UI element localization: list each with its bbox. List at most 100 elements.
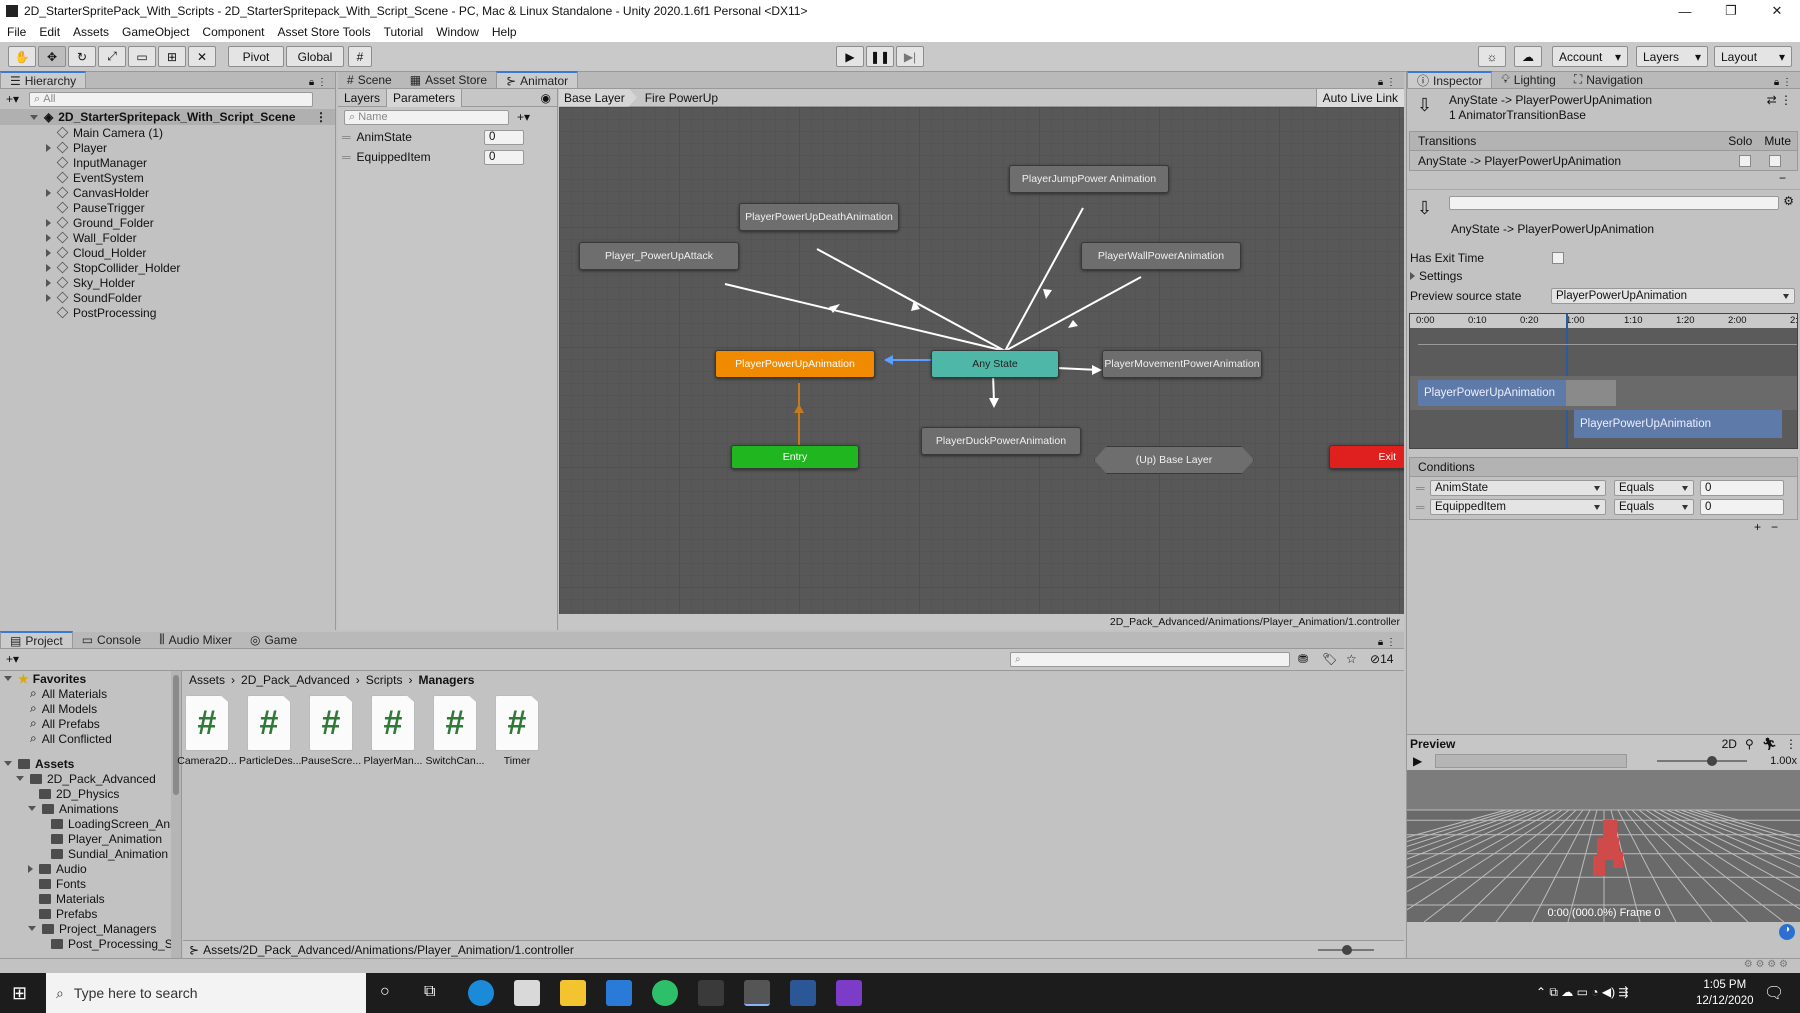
settings-expand-icon[interactable] xyxy=(1410,272,1415,280)
favorite-item[interactable]: ⌕ All Prefabs xyxy=(0,716,181,731)
folder-item[interactable]: 2D_Physics xyxy=(0,786,181,801)
menu-component[interactable]: Component xyxy=(195,25,270,39)
custom-tool-icon[interactable]: ✕ xyxy=(188,46,216,67)
hierarchy-item[interactable]: Sky_Holder xyxy=(0,275,335,290)
add-param-icon[interactable]: +▾ xyxy=(517,110,530,124)
preview-badge-icon[interactable]: ◑ xyxy=(1779,924,1795,940)
project-search-input[interactable]: ⌕ xyxy=(1010,652,1290,667)
global-toggle[interactable]: Global xyxy=(286,46,344,67)
inspector-lock-icon[interactable]: 🔒︎ ⋮ xyxy=(1774,77,1800,88)
favorite-item[interactable]: ⌕ All Materials xyxy=(0,686,181,701)
tab-navigation[interactable]: ⛶ Navigation xyxy=(1565,71,1652,88)
visual-studio-icon[interactable] xyxy=(836,980,862,1006)
tab-asset-store[interactable]: ▦ Asset Store xyxy=(401,71,496,88)
transform-tool-icon[interactable]: ⊞ xyxy=(158,46,186,67)
state-up-base-layer[interactable]: (Up) Base Layer xyxy=(1094,446,1254,474)
menu-help[interactable]: Help xyxy=(485,25,523,39)
tray-icons[interactable]: ⌃ ⧉ ☁ ▭ ◔ ◀︎) ⇶ xyxy=(1536,985,1629,1000)
cloud-icon[interactable]: ☁ xyxy=(1514,46,1542,67)
favorites-expand-icon[interactable] xyxy=(4,676,12,681)
condition-add-remove[interactable]: + − xyxy=(1409,520,1798,538)
settings-gear-icon[interactable]: ⚙ xyxy=(1783,194,1794,208)
assets-expand-icon[interactable] xyxy=(4,761,12,766)
menu-assets[interactable]: Assets xyxy=(66,25,115,39)
folder-item[interactable]: Sundial_Animation xyxy=(0,846,181,861)
tab-console[interactable]: ▭ Console xyxy=(73,631,150,648)
snap-icon[interactable]: # xyxy=(348,46,372,67)
expand-icon[interactable] xyxy=(30,114,38,120)
file-explorer-icon[interactable] xyxy=(560,980,586,1006)
menu-window[interactable]: Window xyxy=(429,25,485,39)
settings-foldout[interactable]: Settings xyxy=(1407,267,1800,285)
param-value-input[interactable]: 0 xyxy=(484,149,524,165)
folder-item[interactable]: Project_Managers xyxy=(0,921,181,936)
step-button[interactable]: ▶| xyxy=(896,46,924,67)
lock-icon[interactable]: 🔒︎ ⋮ xyxy=(309,77,335,88)
script-asset[interactable]: # Timer xyxy=(487,695,547,767)
param-row[interactable]: ═ AnimState 0 xyxy=(338,127,557,147)
unity-hub-icon[interactable] xyxy=(698,980,724,1006)
folder-item[interactable]: Animations xyxy=(0,801,181,816)
tab-scene[interactable]: # Scene xyxy=(338,71,401,88)
script-asset[interactable]: # SwitchCan... xyxy=(425,695,485,767)
tab-lighting[interactable]: 💡︎ Lighting xyxy=(1492,71,1564,88)
menu-asset-store-tools[interactable]: Asset Store Tools xyxy=(270,25,376,39)
tab-animator[interactable]: ⊱ Animator xyxy=(496,71,579,88)
state-entry[interactable]: Entry xyxy=(731,445,859,469)
expand-icon[interactable] xyxy=(46,248,51,257)
folder-expand-icon[interactable] xyxy=(28,806,36,811)
preview-play-button[interactable]: ▶ xyxy=(1413,754,1422,768)
hierarchy-item[interactable]: Player xyxy=(0,140,335,155)
preview-2d-button[interactable]: 2D xyxy=(1718,737,1741,751)
condition-drag-icon[interactable]: ═ xyxy=(1416,500,1425,514)
preview-menu-icon[interactable]: ⋮ xyxy=(1781,737,1800,751)
transition-to-attack[interactable] xyxy=(724,283,1006,352)
menu-gameobject[interactable]: GameObject xyxy=(115,25,195,39)
speed-slider-thumb[interactable] xyxy=(1707,756,1717,766)
param-row[interactable]: ═ EquippedItem 0 xyxy=(338,147,557,167)
breadcrumb-item[interactable]: Scripts xyxy=(366,673,403,687)
play-button[interactable]: ▶ xyxy=(836,46,864,67)
auto-live-link-button[interactable]: Auto Live Link xyxy=(1315,88,1404,107)
minimize-icon[interactable]: — xyxy=(1662,4,1708,19)
breadcrumb-fire-powerup[interactable]: Fire PowerUp xyxy=(637,89,730,107)
menu-tutorial[interactable]: Tutorial xyxy=(377,25,430,39)
edge-icon[interactable] xyxy=(468,980,494,1006)
state-any[interactable]: Any State xyxy=(931,350,1059,378)
favorite-item[interactable]: ⌕ All Models xyxy=(0,701,181,716)
drag-handle-icon[interactable]: ═ xyxy=(342,150,351,164)
scene-row[interactable]: ◈ 2D_StarterSpritepack_With_Script_Scene … xyxy=(0,109,335,125)
speed-slider-track[interactable] xyxy=(1657,760,1747,762)
animator-lock-icon[interactable]: 🔒︎ ⋮ xyxy=(1378,77,1404,88)
transition-row[interactable]: AnyState -> PlayerPowerUpAnimation xyxy=(1409,151,1798,171)
state-powerup[interactable]: PlayerPowerUpAnimation xyxy=(715,350,875,378)
folder-item[interactable]: 2D_Pack_Advanced xyxy=(0,771,181,786)
maximize-icon[interactable]: ❐ xyxy=(1708,3,1754,19)
expand-icon[interactable] xyxy=(46,278,51,287)
state-jump[interactable]: PlayerJumpPower Animation xyxy=(1009,165,1169,193)
create-asset-icon[interactable]: +▾ xyxy=(6,652,19,666)
state-attack[interactable]: Player_PowerUpAttack xyxy=(579,242,739,270)
tab-game[interactable]: ◎ Game xyxy=(241,631,306,648)
icon-size-thumb[interactable] xyxy=(1342,945,1352,955)
script-asset[interactable]: # PlayerMan... xyxy=(363,695,423,767)
collab-icon[interactable]: ☼ xyxy=(1478,46,1506,67)
pivot-preview-icon[interactable]: ⚲ xyxy=(1741,737,1758,751)
account-dropdown[interactable]: Account ▾ xyxy=(1552,46,1628,67)
transition-to-duck[interactable] xyxy=(992,373,995,403)
preview-viewport[interactable]: 0:00 (000.0%) Frame 0 xyxy=(1407,770,1800,922)
expand-icon[interactable] xyxy=(46,293,51,302)
state-exit[interactable]: Exit xyxy=(1329,445,1404,469)
hierarchy-item[interactable]: Main Camera (1) xyxy=(0,125,335,140)
folder-item[interactable]: LoadingScreen_Ani xyxy=(0,816,181,831)
state-wall[interactable]: PlayerWallPowerAnimation xyxy=(1081,242,1241,270)
folder-item[interactable]: Audio xyxy=(0,861,181,876)
filter-label-icon[interactable]: 🏷︎ xyxy=(1322,652,1337,666)
hierarchy-item[interactable]: Ground_Folder xyxy=(0,215,335,230)
task-view-icon[interactable]: ⧉ xyxy=(424,983,435,1001)
app-green-icon[interactable] xyxy=(652,980,678,1006)
preview-source-dropdown[interactable]: PlayerPowerUpAnimation xyxy=(1551,288,1795,304)
hierarchy-item[interactable]: SoundFolder xyxy=(0,290,335,305)
hierarchy-item[interactable]: InputManager xyxy=(0,155,335,170)
scale-tool-icon[interactable]: ⤢ xyxy=(98,46,126,67)
